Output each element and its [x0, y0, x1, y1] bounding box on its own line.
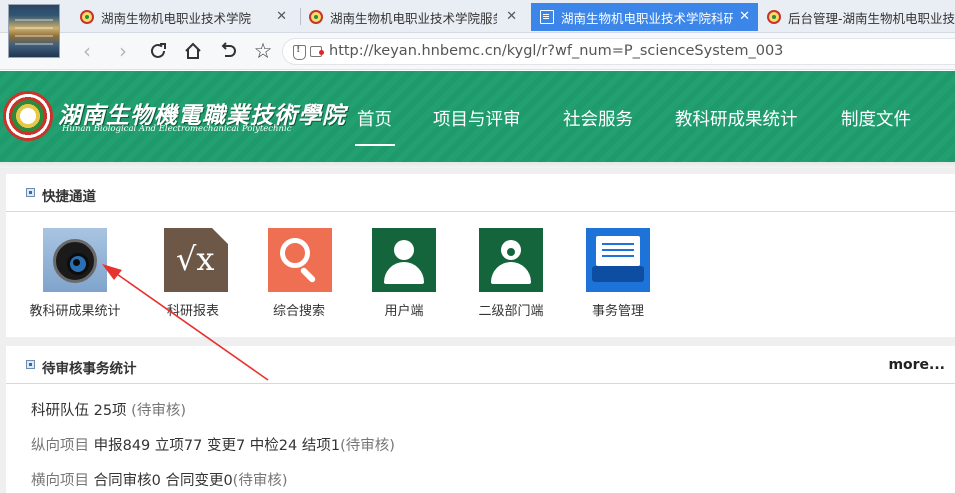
pending-line[interactable]: 科研队伍 25项 (待审核) — [31, 399, 186, 420]
nav-projects[interactable]: 项目与评审 — [433, 106, 521, 131]
tab-title: 湖南生物机电职业技术学院科研 — [561, 10, 733, 26]
panel-title: 快捷通道 — [42, 189, 96, 205]
school-name-en: Hunan Biological And Electromechanical P… — [62, 124, 292, 134]
security-icon[interactable] — [292, 44, 306, 60]
close-icon[interactable]: ✕ — [276, 9, 287, 24]
document-icon — [540, 10, 554, 24]
site-header: 湖南生物機電職業技術學院 Hunan Biological And Electr… — [0, 71, 955, 162]
tile-affairs[interactable]: 事务管理 — [563, 228, 673, 324]
site-favicon-icon — [767, 10, 781, 24]
undo-icon[interactable] — [216, 39, 240, 63]
tile-label[interactable]: 用户端 — [349, 300, 459, 319]
tile-label[interactable]: 事务管理 — [563, 300, 673, 319]
forward-icon[interactable]: › — [111, 39, 135, 63]
tab-title: 湖南生物机电职业技术学院 — [101, 10, 252, 26]
url-text[interactable]: http://keyan.hnbemc.cn/kygl/r?wf_num=P_s… — [329, 43, 783, 59]
user-icon[interactable] — [372, 228, 436, 292]
home-icon[interactable] — [181, 39, 205, 63]
tile-user-portal[interactable]: 用户端 — [350, 228, 460, 324]
tile-label[interactable]: 二级部门端 — [456, 300, 566, 319]
nav-social-service[interactable]: 社会服务 — [563, 106, 633, 131]
browser-toolbar: ‹ › ☆ http://keyan.hnbemc.cn/kygl/r?wf_n… — [0, 33, 955, 70]
printer-icon[interactable] — [586, 228, 650, 292]
quick-access-panel: 快捷通道 教科研成果统计 √x 科研报表 综合搜索 用户端 二级部门端 事务管理 — [6, 174, 955, 337]
browser-tab-active[interactable]: 湖南生物机电职业技术学院科研 ✕ — [531, 3, 758, 31]
tile-achievement-stats[interactable]: 教科研成果统计 — [20, 228, 130, 324]
lens-icon[interactable] — [43, 228, 107, 292]
bullet-icon — [26, 360, 35, 369]
browser-tab[interactable]: 湖南生物机电职业技术学院服务 ✕ — [309, 3, 525, 31]
site-favicon-icon — [309, 10, 323, 24]
nav-regulations[interactable]: 制度文件 — [841, 106, 911, 131]
panel-title: 待审核事务统计 — [42, 361, 137, 377]
browser-tab-strip: 湖南生物机电职业技术学院 ✕ 湖南生物机电职业技术学院服务 ✕ 湖南生物机电职业… — [0, 0, 955, 58]
search-icon[interactable] — [268, 228, 332, 292]
address-bar[interactable]: http://keyan.hnbemc.cn/kygl/r?wf_num=P_s… — [282, 38, 955, 65]
sqrt-icon[interactable]: √x — [164, 228, 228, 292]
tab-title: 湖南生物机电职业技术学院服务 — [330, 10, 497, 26]
close-icon[interactable]: ✕ — [739, 9, 750, 24]
browser-tab[interactable]: 湖南生物机电职业技术学院 ✕ — [80, 3, 295, 31]
school-logo-icon[interactable] — [3, 91, 53, 141]
tile-department-portal[interactable]: 二级部门端 — [457, 228, 567, 324]
tab-title: 后台管理-湖南生物机电职业技术 — [788, 10, 955, 26]
tile-label[interactable]: 教科研成果统计 — [20, 300, 130, 319]
active-nav-indicator — [355, 144, 395, 146]
pending-line[interactable]: 纵向项目 申报849 立项77 变更7 中检24 结项1(待审核) — [31, 434, 395, 455]
user-icon[interactable] — [479, 228, 543, 292]
pending-review-panel: 待审核事务统计 more... 科研队伍 25项 (待审核) 纵向项目 申报84… — [6, 346, 955, 493]
browser-tab[interactable]: 后台管理-湖南生物机电职业技术 — [767, 3, 955, 31]
refresh-icon[interactable] — [146, 39, 170, 63]
more-link[interactable]: more... — [888, 357, 945, 373]
back-icon[interactable]: ‹ — [75, 39, 99, 63]
page-thumbnail[interactable] — [8, 4, 60, 58]
tile-research-report[interactable]: √x 科研报表 — [146, 228, 256, 324]
bullet-icon — [26, 188, 35, 197]
camera-blocked-icon[interactable] — [310, 46, 324, 57]
close-icon[interactable]: ✕ — [506, 9, 517, 24]
star-icon[interactable]: ☆ — [251, 39, 275, 63]
tile-label[interactable]: 科研报表 — [138, 300, 248, 319]
nav-achievements[interactable]: 教科研成果统计 — [675, 106, 798, 131]
pending-line[interactable]: 横向项目 合同审核0 合同变更0(待审核) — [31, 469, 288, 490]
nav-home[interactable]: 首页 — [357, 106, 392, 131]
tile-search[interactable]: 综合搜索 — [246, 228, 356, 324]
site-favicon-icon — [80, 10, 94, 24]
tile-label[interactable]: 综合搜索 — [244, 300, 354, 319]
